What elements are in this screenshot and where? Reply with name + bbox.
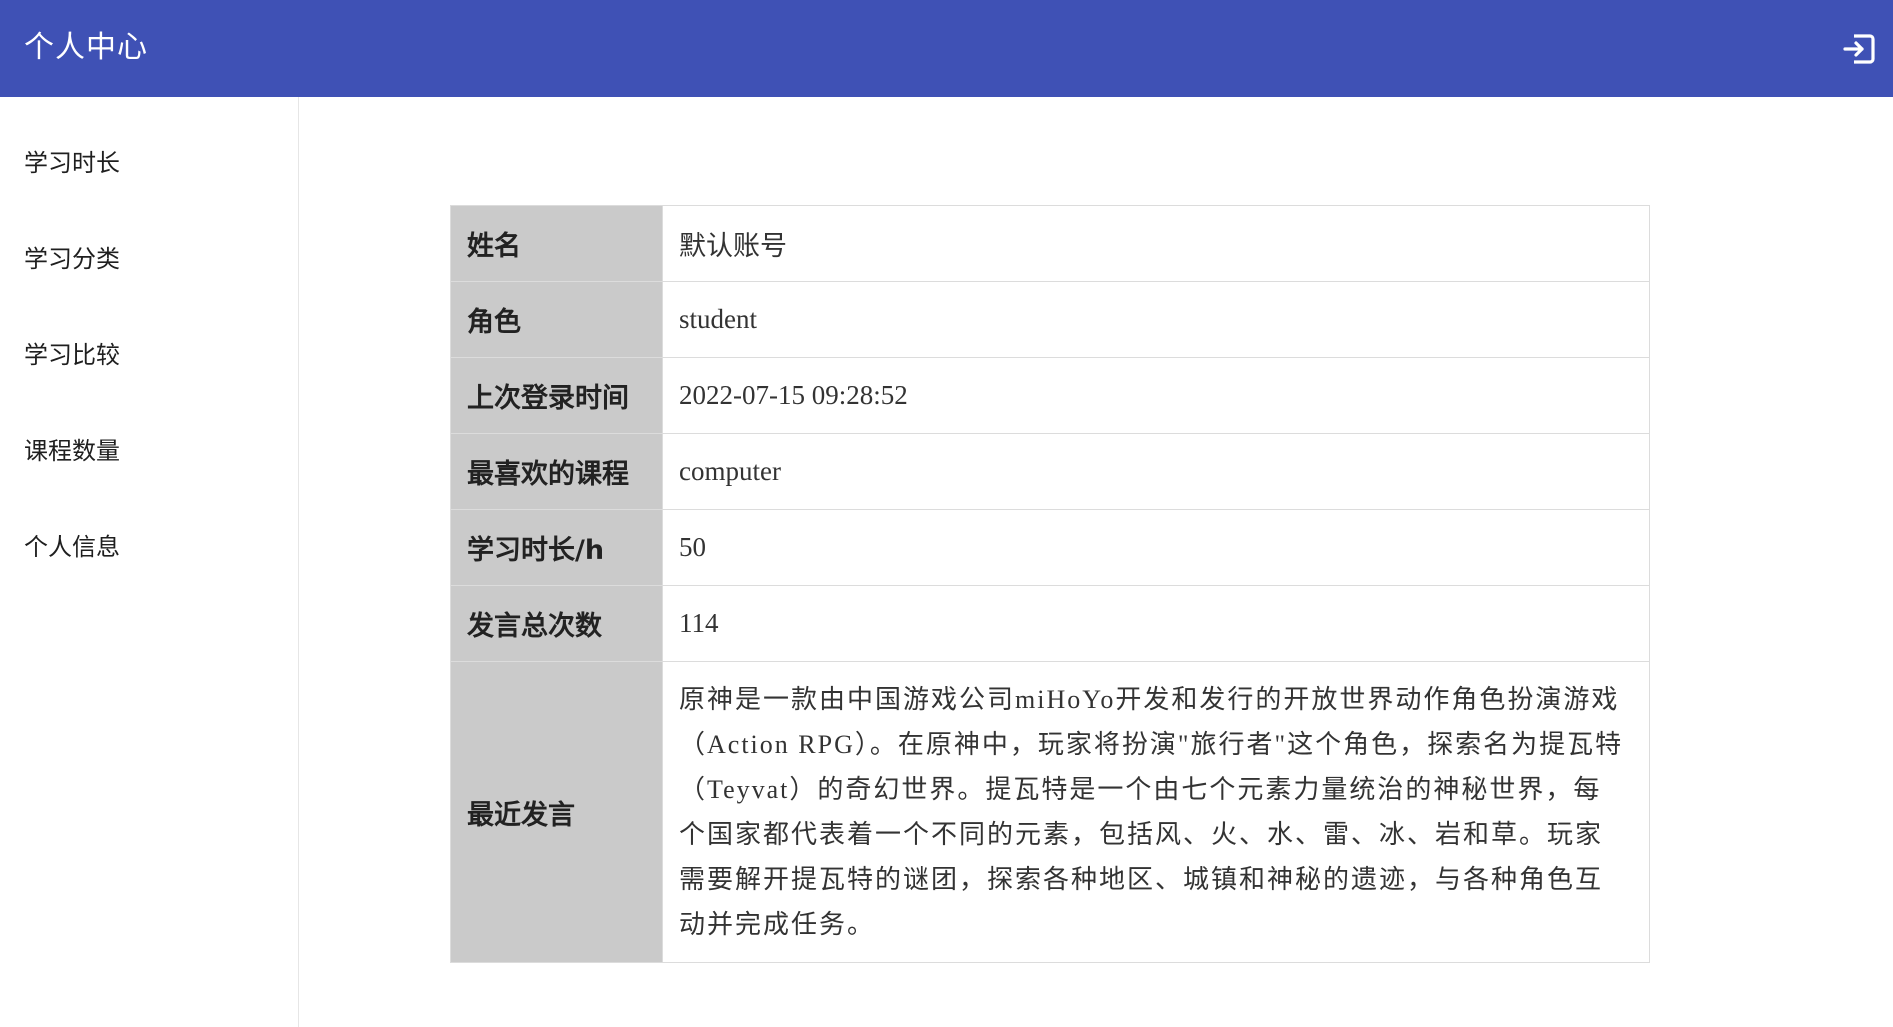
profile-info-table: 姓名 默认账号 角色 student 上次登录时间 2022-07-15 09:… [450, 205, 1650, 963]
field-value-recent-post: 原神是一款由中国游戏公司miHoYo开发和发行的开放世界动作角色扮演游戏（Act… [662, 661, 1650, 963]
table-row: 姓名 默认账号 [450, 205, 1650, 282]
table-row: 上次登录时间 2022-07-15 09:28:52 [450, 357, 1650, 434]
field-value-favorite-course: computer [662, 433, 1650, 510]
table-row: 发言总次数 114 [450, 585, 1650, 662]
top-app-bar: 个人中心 [0, 0, 1893, 97]
page-title: 个人中心 [24, 30, 148, 65]
field-label-favorite-course: 最喜欢的课程 [450, 433, 663, 510]
table-row: 最近发言 原神是一款由中国游戏公司miHoYo开发和发行的开放世界动作角色扮演游… [450, 661, 1650, 963]
sidebar-item-study-category[interactable]: 学习分类 [24, 243, 120, 275]
sidebar-item-study-duration[interactable]: 学习时长 [24, 147, 120, 179]
sidebar: 学习时长 学习分类 学习比较 课程数量 个人信息 [0, 97, 299, 1027]
field-label-role: 角色 [450, 281, 663, 358]
sidebar-item-personal-info[interactable]: 个人信息 [24, 531, 120, 563]
sidebar-item-study-comparison[interactable]: 学习比较 [24, 339, 120, 371]
field-label-recent-post: 最近发言 [450, 661, 663, 963]
field-label-study-hours: 学习时长/h [450, 509, 663, 586]
sidebar-item-course-count[interactable]: 课程数量 [24, 435, 120, 467]
logout-icon [1843, 34, 1875, 64]
field-value-study-hours: 50 [662, 509, 1650, 586]
field-label-post-count: 发言总次数 [450, 585, 663, 662]
logout-button[interactable] [1842, 32, 1876, 66]
table-row: 角色 student [450, 281, 1650, 358]
field-value-name: 默认账号 [662, 205, 1650, 282]
field-value-last-login: 2022-07-15 09:28:52 [662, 357, 1650, 434]
field-value-role: student [662, 281, 1650, 358]
field-value-post-count: 114 [662, 585, 1650, 662]
field-label-last-login: 上次登录时间 [450, 357, 663, 434]
table-row: 最喜欢的课程 computer [450, 433, 1650, 510]
field-label-name: 姓名 [450, 205, 663, 282]
table-row: 学习时长/h 50 [450, 509, 1650, 586]
